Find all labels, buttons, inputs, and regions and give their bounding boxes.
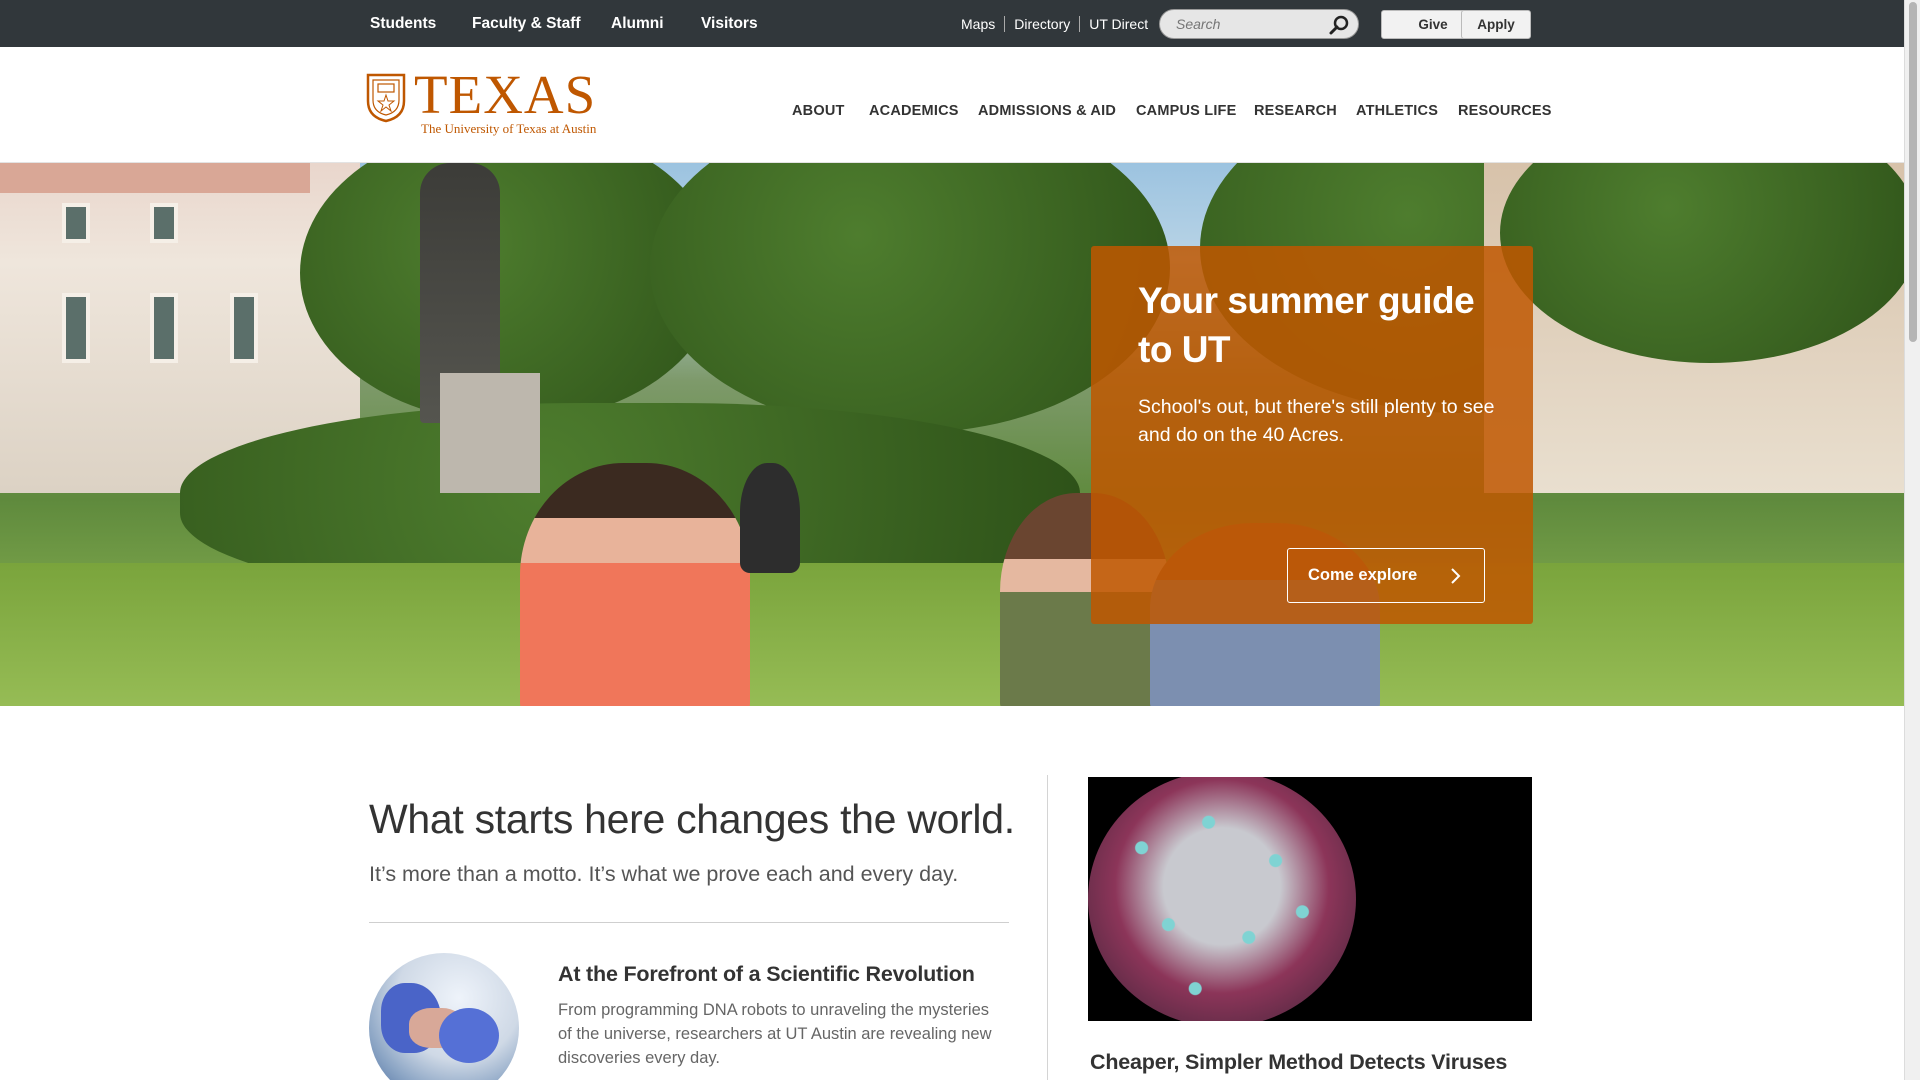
student-figure <box>520 463 750 706</box>
promo-title: Your summer guide to UT <box>1138 280 1475 370</box>
student-figure <box>740 463 800 573</box>
chevron-right-icon <box>1451 568 1461 584</box>
statue-pedestal <box>440 373 540 493</box>
apply-button[interactable]: Apply <box>1461 10 1531 39</box>
divider <box>1004 15 1006 32</box>
seal-icon <box>366 73 406 123</box>
article-thumbnail[interactable] <box>369 953 519 1080</box>
feature-image-virus[interactable] <box>1088 777 1532 1021</box>
motto-heading: What starts here changes the world. <box>369 796 1015 842</box>
nav-item-resources[interactable]: RESOURCES <box>1458 103 1552 119</box>
building-window <box>150 203 178 243</box>
motto-subheading: It’s more than a motto. It’s what we pro… <box>369 862 959 886</box>
article-summary: From programming DNA robots to unravelin… <box>558 1001 992 1067</box>
audience-link-students[interactable]: Students <box>370 0 436 47</box>
nav-item-athletics[interactable]: ATHLETICS <box>1356 103 1438 119</box>
article-title[interactable]: At the Forefront of a Scientific Revolut… <box>558 962 975 987</box>
hero-image <box>0 163 1904 706</box>
directory-link[interactable]: Directory <box>1014 16 1070 32</box>
utility-bar: Students Faculty & Staff Alumni Visitors… <box>0 0 1904 47</box>
hero-promo-card: Your summer guide to UT School's out, bu… <box>1091 246 1533 624</box>
texas-logo[interactable]: TEXAS The University of Texas at Austin <box>366 67 597 137</box>
divider <box>369 922 1009 923</box>
nav-item-research[interactable]: RESEARCH <box>1254 103 1337 119</box>
scrollbar-thumb[interactable] <box>1909 2 1917 342</box>
building-roof <box>0 163 310 193</box>
scrollbar[interactable] <box>1904 0 1920 1080</box>
search-icon[interactable] <box>1328 14 1350 36</box>
feature-title[interactable]: Cheaper, Simpler Method Detects Viruses <box>1090 1050 1507 1075</box>
virus-particle <box>1088 777 1356 1021</box>
site-header: TEXAS The University of Texas at Austin … <box>0 47 1904 163</box>
nav-item-admissions-aid[interactable]: ADMISSIONS & AID <box>978 103 1116 119</box>
audience-link-alumni[interactable]: Alumni <box>611 0 664 47</box>
building-window <box>150 293 178 363</box>
search-box <box>1159 9 1359 39</box>
building-window <box>62 293 90 363</box>
gloved-hand <box>439 1008 499 1063</box>
ut-direct-link[interactable]: UT Direct <box>1089 16 1148 32</box>
nav-item-campus-life[interactable]: CAMPUS LIFE <box>1136 103 1236 119</box>
maps-link[interactable]: Maps <box>961 16 995 32</box>
divider <box>1079 15 1081 32</box>
lawn <box>0 563 1904 706</box>
search-input[interactable] <box>1160 16 1320 32</box>
come-explore-button[interactable]: Come explore <box>1287 548 1485 603</box>
building-window <box>230 293 258 363</box>
logo-subtitle: The University of Texas at Austin <box>421 121 597 136</box>
nav-item-academics[interactable]: ACADEMICS <box>869 103 959 119</box>
promo-text: School's out, but there's still plenty t… <box>1138 396 1495 446</box>
audience-link-faculty-staff[interactable]: Faculty & Staff <box>472 0 581 47</box>
nav-item-about[interactable]: ABOUT <box>792 103 845 119</box>
column-divider <box>1047 775 1048 1080</box>
audience-link-visitors[interactable]: Visitors <box>701 0 758 47</box>
come-explore-label: Come explore <box>1308 566 1418 584</box>
logo-wordmark: TEXAS <box>414 64 597 125</box>
building-window <box>62 203 90 243</box>
utility-links: Maps Directory UT Direct <box>961 0 1148 47</box>
